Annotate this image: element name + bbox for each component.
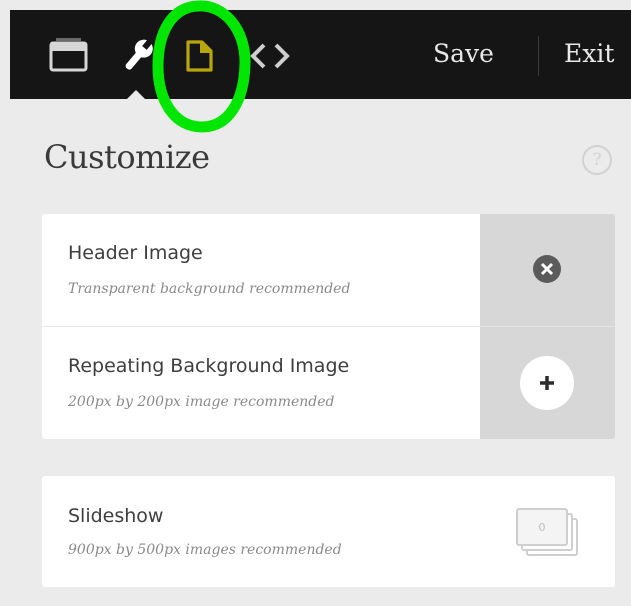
repeating-background-hint: 200px by 200px image recommended (68, 394, 335, 410)
remove-icon (533, 255, 561, 283)
add-background-image-button[interactable] (480, 327, 615, 439)
slideshow-hint: 900px by 500px images recommended (68, 542, 342, 558)
slideshow-card[interactable]: Slideshow 900px by 500px images recommen… (42, 476, 615, 587)
active-tab-caret (126, 90, 146, 100)
repeating-background-label: Repeating Background Image (68, 355, 350, 377)
list-item-repeating-background: Repeating Background Image 200px by 200p… (42, 327, 615, 439)
toolbar-divider (538, 36, 539, 76)
slideshow-stack-icon: 0 (516, 508, 578, 556)
save-button[interactable]: Save (433, 38, 494, 70)
slideshow-label: Slideshow (68, 505, 164, 527)
page-title: Customize (44, 138, 210, 176)
add-icon (520, 356, 574, 410)
header-image-label: Header Image (68, 242, 203, 264)
header-image-hint: Transparent background recommended (68, 281, 351, 297)
help-icon[interactable]: ? (582, 145, 612, 175)
remove-header-image-button[interactable] (480, 214, 615, 326)
highlight-annotation-ring (152, 0, 251, 133)
list-item-header-image: Header Image Transparent background reco… (42, 214, 615, 326)
slideshow-count-badge: 0 (539, 521, 546, 534)
editor-toolbar: Save Exit (10, 10, 631, 100)
exit-button[interactable]: Exit (564, 38, 614, 70)
window-icon[interactable] (48, 38, 90, 74)
images-card: Header Image Transparent background reco… (42, 214, 615, 439)
